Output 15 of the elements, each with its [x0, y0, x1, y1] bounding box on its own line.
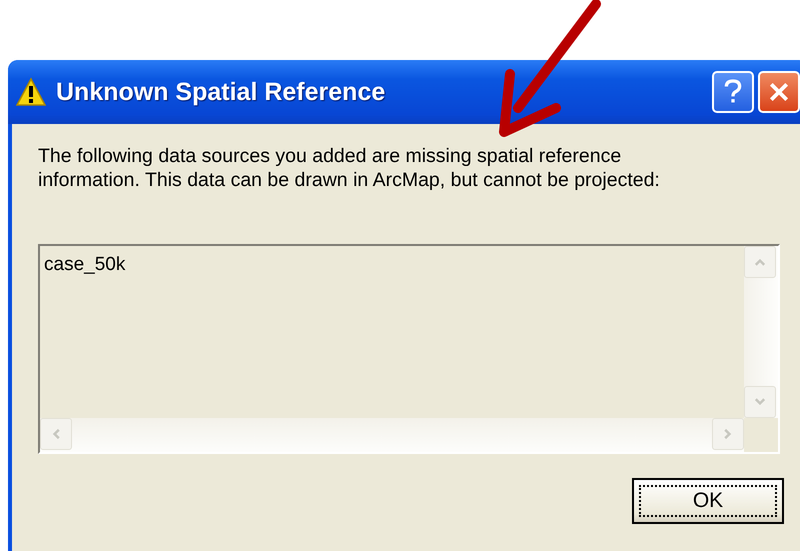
close-icon: [768, 81, 790, 103]
ok-button[interactable]: OK: [632, 478, 784, 524]
scroll-up-button[interactable]: [744, 246, 776, 278]
data-source-list[interactable]: case_50k: [38, 244, 780, 454]
vertical-scrollbar[interactable]: [744, 246, 778, 418]
close-button[interactable]: [758, 71, 800, 113]
horizontal-scrollbar[interactable]: [40, 418, 744, 452]
message-text: The following data sources you added are missing spatial reference information. This data can be drawn in ArcMap, but cannot be projected:: [38, 144, 661, 192]
scroll-left-button[interactable]: [40, 418, 72, 450]
warning-icon: [16, 77, 46, 107]
window-title: Unknown Spatial Reference: [56, 78, 386, 106]
scroll-down-button[interactable]: [744, 386, 776, 418]
scroll-right-button[interactable]: [712, 418, 744, 450]
list-item[interactable]: case_50k: [44, 254, 126, 276]
help-button[interactable]: [712, 71, 754, 113]
